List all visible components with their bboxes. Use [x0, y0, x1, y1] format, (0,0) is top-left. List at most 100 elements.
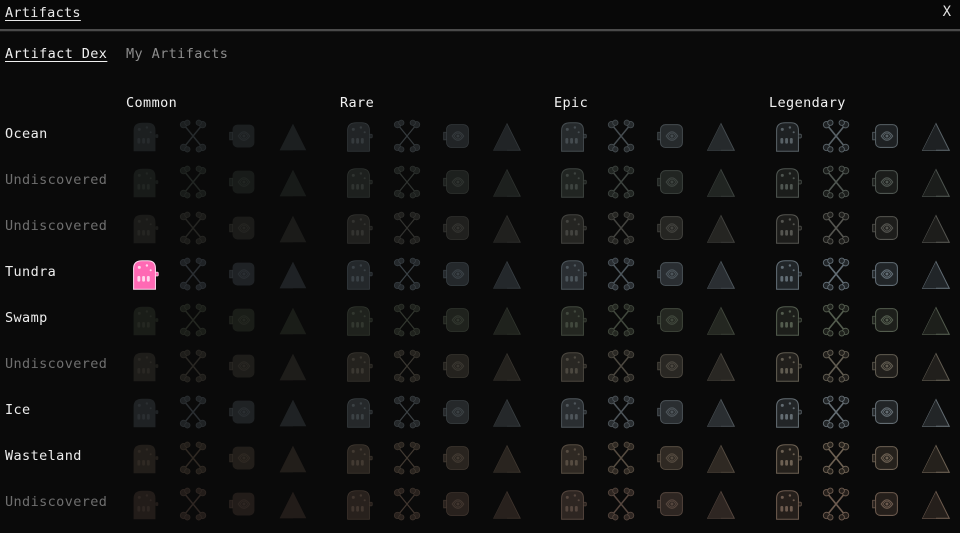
artifact-cell-shell-icon[interactable]: [438, 439, 476, 479]
artifact-cell-shell-icon[interactable]: [652, 255, 690, 295]
artifact-cell-fossil-icon[interactable]: [769, 393, 807, 433]
artifact-cell-bones-icon[interactable]: [389, 117, 427, 157]
artifact-cell-fossil-icon[interactable]: [554, 117, 592, 157]
close-icon[interactable]: X: [940, 4, 954, 20]
artifact-cell-fossil-icon[interactable]: [340, 301, 378, 341]
artifact-cell-pyramid-icon[interactable]: [917, 117, 955, 157]
artifact-cell-bones-icon[interactable]: [389, 347, 427, 387]
artifact-cell-bones-icon[interactable]: [818, 439, 856, 479]
artifact-cell-shell-icon[interactable]: [438, 485, 476, 525]
artifact-cell-fossil-icon[interactable]: [126, 301, 164, 341]
artifact-cell-shell-icon[interactable]: [438, 117, 476, 157]
artifact-cell-fossil-icon[interactable]: [340, 485, 378, 525]
artifact-cell-pyramid-icon[interactable]: [274, 393, 312, 433]
artifact-cell-fossil-icon[interactable]: [340, 347, 378, 387]
artifact-cell-fossil-icon[interactable]: [769, 485, 807, 525]
artifact-cell-bones-icon[interactable]: [389, 393, 427, 433]
artifact-cell-shell-icon[interactable]: [438, 347, 476, 387]
artifact-cell-fossil-icon[interactable]: [769, 117, 807, 157]
artifact-cell-pyramid-icon[interactable]: [488, 301, 526, 341]
artifact-cell-shell-icon[interactable]: [652, 301, 690, 341]
artifact-cell-shell-icon[interactable]: [224, 163, 262, 203]
artifact-cell-pyramid-icon[interactable]: [488, 209, 526, 249]
artifact-cell-bones-icon[interactable]: [603, 439, 641, 479]
artifact-cell-shell-icon[interactable]: [652, 485, 690, 525]
artifact-cell-fossil-icon[interactable]: [554, 439, 592, 479]
artifact-cell-shell-icon[interactable]: [224, 347, 262, 387]
artifact-cell-shell-icon[interactable]: [867, 393, 905, 433]
artifact-cell-bones-icon[interactable]: [818, 301, 856, 341]
artifact-cell-shell-icon[interactable]: [867, 485, 905, 525]
artifact-cell-pyramid-icon[interactable]: [702, 485, 740, 525]
artifact-cell-bones-icon[interactable]: [175, 255, 213, 295]
artifact-cell-bones-icon[interactable]: [389, 209, 427, 249]
artifact-cell-pyramid-icon[interactable]: [488, 485, 526, 525]
artifact-cell-pyramid-icon[interactable]: [274, 163, 312, 203]
artifact-cell-bones-icon[interactable]: [175, 439, 213, 479]
artifact-cell-bones-icon[interactable]: [603, 117, 641, 157]
artifact-cell-bones-icon[interactable]: [389, 163, 427, 203]
artifact-cell-pyramid-icon[interactable]: [488, 439, 526, 479]
artifact-cell-pyramid-icon[interactable]: [702, 301, 740, 341]
tab-artifact-dex[interactable]: Artifact Dex: [5, 46, 107, 62]
artifact-cell-pyramid-icon[interactable]: [702, 393, 740, 433]
artifact-cell-pyramid-icon[interactable]: [488, 255, 526, 295]
artifact-cell-fossil-icon[interactable]: [554, 347, 592, 387]
artifact-cell-pyramid-icon[interactable]: [702, 255, 740, 295]
artifact-cell-bones-icon[interactable]: [175, 393, 213, 433]
artifact-cell-pyramid-icon[interactable]: [917, 347, 955, 387]
tab-my-artifacts[interactable]: My Artifacts: [126, 46, 228, 62]
artifact-cell-shell-icon[interactable]: [438, 255, 476, 295]
artifact-cell-pyramid-icon[interactable]: [917, 209, 955, 249]
artifact-cell-bones-icon[interactable]: [603, 393, 641, 433]
artifact-cell-shell-icon[interactable]: [224, 439, 262, 479]
artifact-cell-fossil-icon[interactable]: [769, 347, 807, 387]
artifact-cell-pyramid-icon[interactable]: [917, 485, 955, 525]
artifact-cell-fossil-icon[interactable]: [554, 163, 592, 203]
artifact-cell-pyramid-icon[interactable]: [488, 393, 526, 433]
artifact-cell-bones-icon[interactable]: [603, 301, 641, 341]
artifact-cell-bones-icon[interactable]: [818, 393, 856, 433]
artifact-cell-shell-icon[interactable]: [224, 117, 262, 157]
artifact-cell-shell-icon[interactable]: [438, 393, 476, 433]
artifact-cell-pyramid-icon[interactable]: [702, 117, 740, 157]
artifact-cell-shell-icon[interactable]: [867, 347, 905, 387]
artifact-cell-fossil-icon[interactable]: [126, 163, 164, 203]
artifact-cell-shell-icon[interactable]: [224, 485, 262, 525]
artifact-cell-fossil-icon[interactable]: [126, 347, 164, 387]
artifact-cell-bones-icon[interactable]: [603, 209, 641, 249]
artifact-cell-pyramid-icon[interactable]: [274, 485, 312, 525]
artifact-cell-pyramid-icon[interactable]: [488, 163, 526, 203]
artifact-cell-shell-icon[interactable]: [652, 163, 690, 203]
artifact-cell-shell-icon[interactable]: [652, 439, 690, 479]
artifact-cell-fossil-icon[interactable]: [126, 117, 164, 157]
artifact-cell-fossil-icon[interactable]: [769, 439, 807, 479]
artifact-cell-bones-icon[interactable]: [175, 163, 213, 203]
artifact-cell-shell-icon[interactable]: [867, 209, 905, 249]
artifact-cell-bones-icon[interactable]: [818, 117, 856, 157]
artifact-cell-fossil-icon[interactable]: [554, 301, 592, 341]
artifact-cell-bones-icon[interactable]: [175, 301, 213, 341]
artifact-cell-bones-icon[interactable]: [603, 163, 641, 203]
artifact-cell-bones-icon[interactable]: [389, 485, 427, 525]
artifact-cell-bones-icon[interactable]: [389, 255, 427, 295]
artifact-cell-bones-icon[interactable]: [818, 209, 856, 249]
artifact-cell-pyramid-icon[interactable]: [917, 439, 955, 479]
artifact-cell-fossil-icon[interactable]: [554, 255, 592, 295]
artifact-cell-fossil-icon[interactable]: [126, 485, 164, 525]
artifact-cell-bones-icon[interactable]: [175, 485, 213, 525]
artifact-cell-pyramid-icon[interactable]: [274, 347, 312, 387]
artifact-cell-shell-icon[interactable]: [224, 209, 262, 249]
artifact-cell-fossil-icon[interactable]: [340, 439, 378, 479]
artifact-cell-fossil-icon[interactable]: [554, 485, 592, 525]
artifact-cell-pyramid-icon[interactable]: [488, 347, 526, 387]
artifact-cell-fossil-icon[interactable]: [769, 255, 807, 295]
artifact-cell-pyramid-icon[interactable]: [274, 255, 312, 295]
artifact-cell-fossil-icon[interactable]: [554, 209, 592, 249]
artifact-cell-shell-icon[interactable]: [652, 393, 690, 433]
artifact-cell-fossil-icon[interactable]: [769, 163, 807, 203]
artifact-cell-bones-icon[interactable]: [175, 117, 213, 157]
artifact-cell-fossil-icon[interactable]: [769, 301, 807, 341]
artifact-cell-pyramid-icon[interactable]: [274, 301, 312, 341]
artifact-cell-bones-icon[interactable]: [389, 301, 427, 341]
